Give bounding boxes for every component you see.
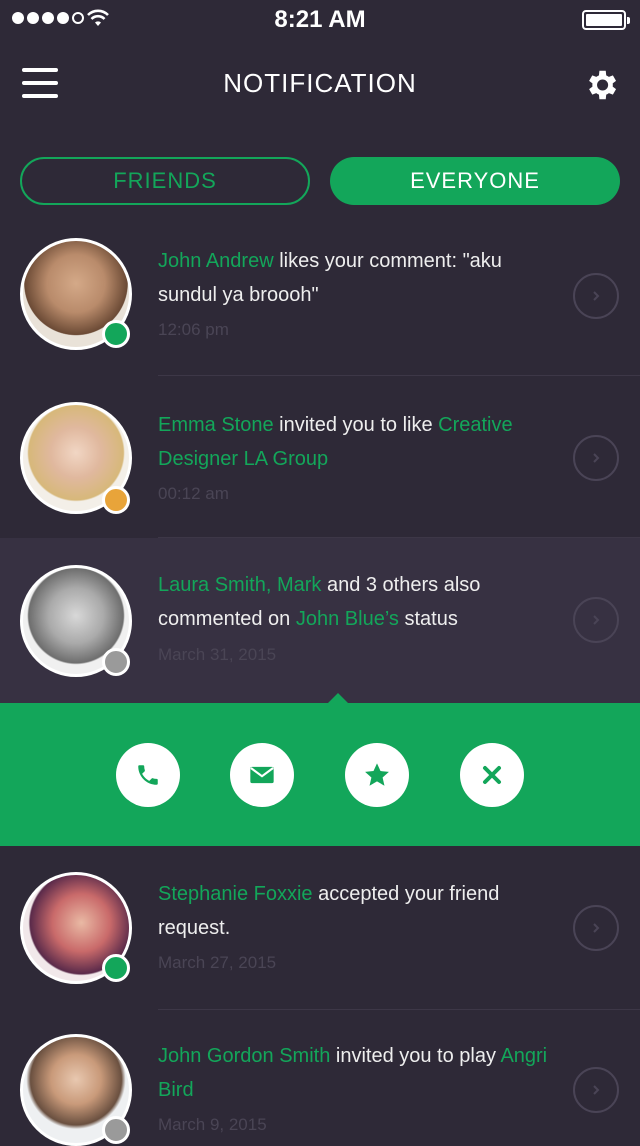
notification-time: March 27, 2015 [158,953,277,972]
chevron-right-icon[interactable] [573,435,619,481]
notification-text: Laura Smith, Mark and 3 others also comm… [158,574,481,630]
status-time: 8:21 AM [274,6,366,33]
notification-item[interactable]: Stephanie Foxxie accepted your friend re… [0,846,640,1010]
notification-item[interactable]: John Andrew likes your comment: "aku sun… [0,222,640,376]
tab-friends[interactable]: FRIENDS [20,157,310,205]
chevron-right-icon[interactable] [573,597,619,643]
notification-text: John Andrew likes your comment: "aku sun… [158,250,502,306]
filter-tabs: FRIENDS EVERYONE [20,157,620,205]
battery-icon [582,10,630,30]
notification-time: March 9, 2015 [158,1115,267,1134]
gear-icon[interactable] [582,66,620,104]
notification-item[interactable]: Laura Smith, Mark and 3 others also comm… [0,538,640,703]
dismiss-button[interactable] [460,743,524,807]
status-badge [102,648,130,676]
app-header: NOTIFICATION [0,56,640,116]
notification-item[interactable]: Emma Stone invited you to like Creative … [0,376,640,538]
notification-text: Stephanie Foxxie accepted your friend re… [158,883,500,939]
status-bar: 8:21 AM [0,0,640,40]
notification-target[interactable]: John Blue’s [296,608,399,630]
notification-text: John Gordon Smith invited you to play An… [158,1045,548,1101]
notification-user[interactable]: Laura Smith, Mark [158,574,321,596]
notification-time: 00:12 am [158,484,229,503]
status-badge [102,1116,130,1144]
notification-user[interactable]: Stephanie Foxxie [158,883,313,905]
chevron-right-icon[interactable] [573,905,619,951]
call-button[interactable] [116,743,180,807]
status-badge [102,486,130,514]
chevron-right-icon[interactable] [573,273,619,319]
notification-user[interactable]: Emma Stone [158,414,274,436]
notification-item[interactable]: John Gordon Smith invited you to play An… [0,1010,640,1146]
notification-text: Emma Stone invited you to like Creative … [158,414,513,470]
notification-user[interactable]: John Andrew [158,250,274,272]
mail-icon [250,766,274,784]
page-title: NOTIFICATION [223,68,417,98]
notification-user[interactable]: John Gordon Smith [158,1045,330,1067]
star-icon [365,763,389,786]
close-icon [483,766,501,784]
message-button[interactable] [230,743,294,807]
chevron-right-icon[interactable] [573,1067,619,1113]
status-badge [102,954,130,982]
status-badge [102,320,130,348]
tab-everyone[interactable]: EVERYONE [330,157,620,205]
phone-icon [138,765,158,785]
favorite-button[interactable] [345,743,409,807]
notification-time: March 31, 2015 [158,645,277,664]
action-bar-pointer [328,693,348,703]
notification-time: 12:06 pm [158,320,229,339]
quick-actions-bar [0,703,640,846]
